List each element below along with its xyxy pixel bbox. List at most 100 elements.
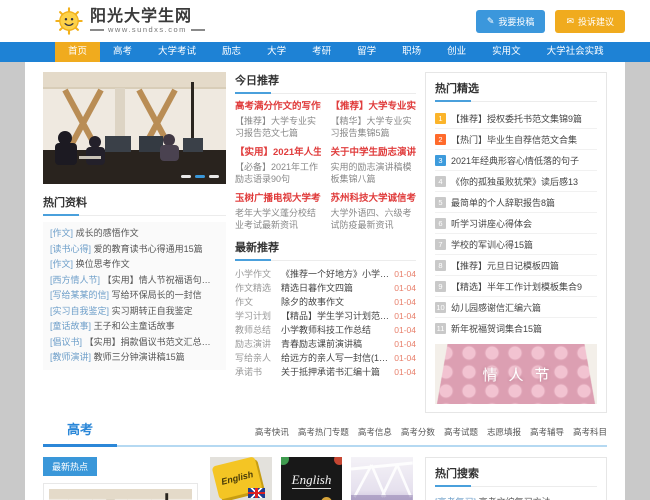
article-headline[interactable]: 玉树广播电视大学考试最新 xyxy=(235,192,321,205)
nav-item[interactable]: 高考 xyxy=(100,42,145,62)
search-item[interactable]: 高考复习 高考文综复习方法 xyxy=(435,493,597,500)
row-title[interactable]: 青春励志课前演讲稿 xyxy=(281,337,390,351)
latest-row[interactable]: 学习计划 【精品】学生学习计划范文五篇 01-04 xyxy=(235,309,416,323)
latest-row[interactable]: 教师总结 小学教师科技工作总结 01-04 xyxy=(235,323,416,337)
nav-item[interactable]: 首页 xyxy=(55,42,101,62)
row-title[interactable]: 除夕的故事作文 xyxy=(281,295,390,309)
nav-item[interactable]: 留学 xyxy=(344,42,389,62)
nav-item[interactable]: 创业 xyxy=(434,42,479,62)
gaokao-photo-card[interactable] xyxy=(43,483,198,500)
gaokao-tab[interactable]: 高考信息 xyxy=(358,426,392,438)
pick-item[interactable]: 5 最简单的个人辞职报告8篇 xyxy=(435,192,597,213)
nav-item[interactable]: 励志 xyxy=(209,42,254,62)
pick-title[interactable]: 2021年经典形容心情低落的句子 xyxy=(451,154,579,167)
material-item[interactable]: 童话故事 王子和公主童话故事 xyxy=(50,319,219,335)
row-title[interactable]: 【精品】学生学习计划范文五篇 xyxy=(281,309,390,323)
gaokao-tab[interactable]: 高考快讯 xyxy=(255,426,289,438)
valentine-image[interactable]: 情人节 xyxy=(435,344,597,404)
article-subtitle[interactable]: 【推荐】大学专业实习报告范文七篇 xyxy=(235,115,321,139)
pick-title[interactable]: 【推荐】元旦日记模板四篇 xyxy=(451,259,559,272)
pick-title[interactable]: 新年祝福贺词集合15篇 xyxy=(451,322,542,335)
pick-item[interactable]: 3 2021年经典形容心情低落的句子 xyxy=(435,150,597,171)
today-article[interactable]: 【实用】2021年人生格言合 【必备】2021年工作励志语录90句 xyxy=(235,146,321,185)
material-item[interactable]: 作文 换位思考作文 xyxy=(50,257,219,273)
pick-item[interactable]: 7 学校的军训心得15篇 xyxy=(435,234,597,255)
pick-item[interactable]: 8 【推荐】元旦日记模板四篇 xyxy=(435,255,597,276)
row-title[interactable]: 《推荐一个好地方》小学作文 xyxy=(281,267,390,281)
material-item[interactable]: 实习自我鉴定 实习期转正自我鉴定 xyxy=(50,304,219,320)
pick-title[interactable]: 最简单的个人辞职报告8篇 xyxy=(451,196,555,209)
pick-title[interactable]: 【热门】毕业生自荐信范文合集 xyxy=(451,133,577,146)
feedback-button[interactable]: ✉ 投诉建议 xyxy=(555,9,625,33)
article-headline[interactable]: 【推荐】大学专业实习报告 xyxy=(331,100,417,113)
carousel-dot[interactable] xyxy=(181,175,191,178)
latest-row[interactable]: 写给亲人 给远方的亲人写一封信(15篇) 01-04 xyxy=(235,351,416,365)
nav-item[interactable]: 大学考试 xyxy=(145,42,209,62)
material-item[interactable]: 西方情人节 【实用】情人节祝福语句合集60条 xyxy=(50,273,219,289)
article-subtitle[interactable]: 老年大学义蓬分校结业考试最新资讯 xyxy=(235,207,321,231)
today-article[interactable]: 玉树广播电视大学考试最新 老年大学义蓬分校结业考试最新资讯 xyxy=(235,192,321,231)
article-subtitle[interactable]: 【精华】大学专业实习报告集锦5篇 xyxy=(331,115,417,139)
pick-item[interactable]: 4 《你的孤独虽败犹荣》读后感13 xyxy=(435,171,597,192)
carousel-dot[interactable] xyxy=(209,175,219,178)
latest-row[interactable]: 励志演讲 青春励志课前演讲稿 01-04 xyxy=(235,337,416,351)
pick-title[interactable]: 《你的孤独虽败犹荣》读后感13 xyxy=(451,175,578,188)
pick-title[interactable]: 幼儿园感谢信汇编六篇 xyxy=(451,301,541,314)
material-item[interactable]: 作文 成长的感悟作文 xyxy=(50,226,219,242)
material-item[interactable]: 倡议书 【实用】捐款倡议书范文汇总五篇 xyxy=(50,335,219,351)
row-title[interactable]: 精选日暮作文四篇 xyxy=(281,281,390,295)
pick-title[interactable]: 【精选】半年工作计划模板集合9 xyxy=(451,280,582,293)
article-headline[interactable]: 苏州科技大学诚信考试最新 xyxy=(331,192,417,205)
pick-item[interactable]: 2 【热门】毕业生自荐信范文合集 xyxy=(435,129,597,150)
pick-item[interactable]: 11 新年祝福贺词集合15篇 xyxy=(435,318,597,338)
gaokao-tab[interactable]: 高考辅导 xyxy=(530,426,564,438)
row-title[interactable]: 关于抵押承诺书汇编十篇 xyxy=(281,365,390,379)
pick-item[interactable]: 9 【精选】半年工作计划模板集合9 xyxy=(435,276,597,297)
gaokao-tab[interactable]: 高考科目 xyxy=(573,426,607,438)
material-item[interactable]: 教师演讲 教师三分钟演讲稿15篇 xyxy=(50,350,219,366)
article-subtitle[interactable]: 实用的励志演讲稿模板集锦八篇 xyxy=(331,161,417,185)
news-card[interactable]: English 高考英语听力方法 xyxy=(280,457,343,500)
row-title[interactable]: 小学教师科技工作总结 xyxy=(281,323,390,337)
nav-item[interactable]: 考研 xyxy=(299,42,344,62)
today-article[interactable]: 【推荐】大学专业实习报告 【精华】大学专业实习报告集锦5篇 xyxy=(331,100,417,139)
carousel-dot-active[interactable] xyxy=(195,175,205,178)
submit-post-button[interactable]: ✎ 我要投稿 xyxy=(475,9,546,33)
nav-item[interactable]: 大学社会实践 xyxy=(534,42,617,62)
today-article[interactable]: 高考满分作文的写作技巧 【推荐】大学专业实习报告范文七篇 xyxy=(235,100,321,139)
pick-item[interactable]: 1 【推荐】授权委托书范文集锦9篇 xyxy=(435,108,597,129)
today-article[interactable]: 苏州科技大学诚信考试最新 大学外语四、六级考试防疫最新资讯 xyxy=(331,192,417,231)
pick-title[interactable]: 听学习讲座心得体会 xyxy=(451,217,532,230)
latest-row[interactable]: 作文精选 精选日暮作文四篇 01-04 xyxy=(235,281,416,295)
nav-item[interactable]: 职场 xyxy=(389,42,434,62)
article-headline[interactable]: 【实用】2021年人生格言合 xyxy=(235,146,321,159)
material-item[interactable]: 读书心得 爱的教育读书心得通用15篇 xyxy=(50,242,219,258)
latest-row[interactable]: 小学作文 《推荐一个好地方》小学作文 01-04 xyxy=(235,267,416,281)
row-title[interactable]: 给远方的亲人写一封信(15篇) xyxy=(281,351,390,365)
pick-item[interactable]: 6 听学习讲座心得体会 xyxy=(435,213,597,234)
row-category: 励志演讲 xyxy=(235,339,272,349)
news-card[interactable]: 精选大学专业实习报 xyxy=(351,457,414,500)
nav-item[interactable]: 实用文 xyxy=(479,42,534,62)
gaokao-tab[interactable]: 高考试题 xyxy=(444,426,478,438)
carousel[interactable] xyxy=(43,72,226,184)
material-item[interactable]: 写给某某的信 写给环保局长的一封信 xyxy=(50,288,219,304)
gaokao-tab[interactable]: 志愿填报 xyxy=(487,426,521,438)
pick-title[interactable]: 学校的军训心得15篇 xyxy=(451,238,533,251)
article-headline[interactable]: 高考满分作文的写作技巧 xyxy=(235,100,321,113)
gaokao-tab[interactable]: 高考分数 xyxy=(401,426,435,438)
latest-row[interactable]: 承诺书 关于抵押承诺书汇编十篇 01-04 xyxy=(235,365,416,379)
gaokao-section-title[interactable]: 高考 xyxy=(43,419,118,447)
pick-title[interactable]: 【推荐】授权委托书范文集锦9篇 xyxy=(451,112,582,125)
today-article[interactable]: 关于中学生励志演讲稿4篇 实用的励志演讲稿模板集锦八篇 xyxy=(331,146,417,185)
article-subtitle[interactable]: 【必备】2021年工作励志语录90句 xyxy=(235,161,321,185)
pick-item[interactable]: 10 幼儿园感谢信汇编六篇 xyxy=(435,297,597,318)
article-headline[interactable]: 关于中学生励志演讲稿4篇 xyxy=(331,146,417,159)
article-subtitle[interactable]: 大学外语四、六级考试防疫最新资讯 xyxy=(331,207,417,231)
nav-item[interactable]: 大学 xyxy=(254,42,299,62)
gaokao-tab[interactable]: 高考热门专题 xyxy=(298,426,349,438)
latest-row[interactable]: 作文 除夕的故事作文 01-04 xyxy=(235,295,416,309)
site-logo[interactable]: 阳光大学生网 www.sundxs.com xyxy=(55,7,205,35)
rank-badge: 2 xyxy=(435,133,446,145)
news-card[interactable]: English 高考英语听力怎么学_ xyxy=(210,457,272,500)
